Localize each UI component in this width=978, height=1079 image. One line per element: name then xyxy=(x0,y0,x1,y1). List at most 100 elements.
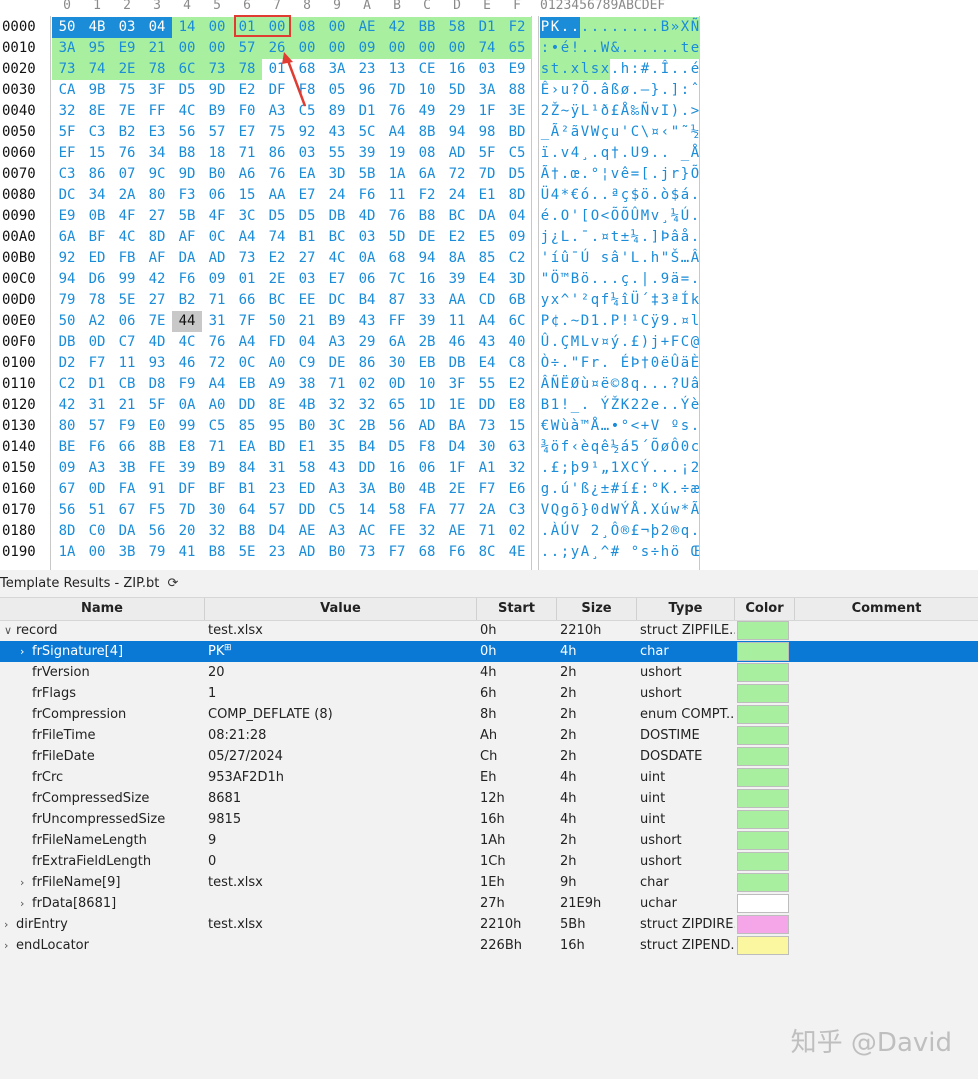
hex-byte-cell[interactable]: FA xyxy=(112,479,142,500)
ascii-char-cell[interactable]: X xyxy=(650,500,660,521)
ascii-char-cell[interactable]: . xyxy=(620,143,630,164)
ascii-char-cell[interactable]: D xyxy=(580,311,590,332)
hex-byte-cell[interactable]: 93 xyxy=(142,353,172,374)
hex-byte-cell[interactable]: F0 xyxy=(232,101,262,122)
hex-byte-cell[interactable]: 5F xyxy=(472,143,502,164)
ascii-char-cell[interactable]: Õ xyxy=(690,164,700,185)
ascii-char-cell[interactable]: L xyxy=(630,248,640,269)
ascii-char-cell[interactable]: À xyxy=(550,521,560,542)
hex-byte-cell[interactable]: 02 xyxy=(352,374,382,395)
field-color-swatch[interactable] xyxy=(737,705,789,724)
hex-byte-cell[interactable]: 05 xyxy=(322,80,352,101)
ascii-char-cell[interactable]: q xyxy=(630,374,640,395)
hex-byte-cell[interactable]: D8 xyxy=(142,374,172,395)
ascii-char-cell[interactable]: . xyxy=(620,332,630,353)
ascii-char-cell[interactable]: q xyxy=(600,143,610,164)
hex-byte-cell[interactable]: 04 xyxy=(502,206,532,227)
ascii-char-cell[interactable]: º xyxy=(670,416,680,437)
hex-byte-cell[interactable]: C5 xyxy=(502,143,532,164)
ascii-char-cell[interactable]: ~ xyxy=(570,311,580,332)
ascii-char-cell[interactable]: » xyxy=(670,17,680,38)
hex-byte-cell[interactable]: 00 xyxy=(202,38,232,59)
ascii-char-cell[interactable]: " xyxy=(660,248,670,269)
hex-byte-cell[interactable]: 5B xyxy=(352,164,382,185)
ascii-char-cell[interactable]: . xyxy=(590,80,600,101)
hex-byte-cell[interactable]: 03 xyxy=(292,269,322,290)
hex-byte-cell[interactable]: FF xyxy=(142,101,172,122)
ascii-char-cell[interactable]: . xyxy=(650,269,660,290)
hex-byte-cell[interactable]: 6A xyxy=(412,164,442,185)
hex-byte-cell[interactable]: E2 xyxy=(442,227,472,248)
hex-byte-cell[interactable]: E5 xyxy=(472,227,502,248)
field-color-swatch[interactable] xyxy=(737,663,789,682)
ascii-char-cell[interactable]: C xyxy=(640,311,650,332)
hex-byte-cell[interactable]: D4 xyxy=(262,521,292,542)
hex-byte-cell[interactable]: 71 xyxy=(202,437,232,458)
ascii-char-cell[interactable]: 0 xyxy=(680,437,690,458)
ascii-char-cell[interactable]: ¯ xyxy=(570,248,580,269)
ascii-char-cell[interactable]: . xyxy=(660,143,670,164)
ascii-char-cell[interactable]: . xyxy=(540,542,550,563)
hex-byte-cell[interactable]: D4 xyxy=(442,437,472,458)
hex-byte-cell[interactable]: 15 xyxy=(502,416,532,437)
ascii-char-cell[interactable]: . xyxy=(650,59,660,80)
ascii-char-cell[interactable]: . xyxy=(670,458,680,479)
ascii-char-cell[interactable]: f xyxy=(600,290,610,311)
hex-byte-cell[interactable]: F8 xyxy=(412,437,442,458)
ascii-char-cell[interactable]: q xyxy=(590,290,600,311)
ascii-char-cell[interactable]: þ xyxy=(650,521,660,542)
ascii-char-cell[interactable]: £ xyxy=(610,101,620,122)
hex-byte-cell[interactable]: AC xyxy=(352,521,382,542)
ascii-char-cell[interactable]: . xyxy=(600,353,610,374)
ascii-char-cell[interactable]: [ xyxy=(640,164,650,185)
hex-byte-cell[interactable]: 87 xyxy=(382,290,412,311)
ascii-char-cell[interactable]: Š xyxy=(670,248,680,269)
ascii-char-cell[interactable]: 9 xyxy=(660,311,670,332)
ascii-char-cell[interactable]: _ xyxy=(540,122,550,143)
hex-byte-cell[interactable]: 4E xyxy=(502,542,532,563)
hex-byte-cell[interactable]: A1 xyxy=(472,458,502,479)
ascii-char-cell[interactable]: . xyxy=(550,206,560,227)
ascii-char-cell[interactable]: . xyxy=(600,185,610,206)
ascii-char-cell[interactable]: t xyxy=(610,227,620,248)
ascii-char-cell[interactable]: K xyxy=(550,17,560,38)
hex-byte-cell[interactable]: 43 xyxy=(322,458,352,479)
hex-byte-cell[interactable]: 09 xyxy=(502,227,532,248)
hex-byte-cell[interactable]: 71 xyxy=(472,521,502,542)
ascii-char-cell[interactable]: ­ xyxy=(660,416,670,437)
hex-byte-cell[interactable]: 8C xyxy=(472,542,502,563)
hex-byte-cell[interactable]: B8 xyxy=(172,143,202,164)
ascii-char-cell[interactable]: h xyxy=(650,248,660,269)
hex-byte-cell[interactable]: 6B xyxy=(502,290,532,311)
hex-byte-cell[interactable]: 56 xyxy=(142,521,172,542)
ascii-char-cell[interactable]: ö xyxy=(640,185,650,206)
ascii-char-cell[interactable]: â xyxy=(610,248,620,269)
ascii-char-cell[interactable]: @ xyxy=(690,332,700,353)
hex-byte-cell[interactable]: 3C xyxy=(232,206,262,227)
ascii-char-cell[interactable]: . xyxy=(690,206,700,227)
hex-byte-cell[interactable]: B0 xyxy=(292,416,322,437)
hex-byte-cell[interactable]: CA xyxy=(52,80,82,101)
ascii-char-cell[interactable]: â xyxy=(670,227,680,248)
hex-byte-cell[interactable]: A0 xyxy=(202,395,232,416)
hex-byte-cell[interactable]: 74 xyxy=(82,59,112,80)
ascii-char-cell[interactable]: # xyxy=(610,479,620,500)
hex-byte-cell[interactable]: 1F xyxy=(472,101,502,122)
ascii-char-cell[interactable]: ý xyxy=(610,332,620,353)
ascii-char-cell[interactable]: Û xyxy=(670,353,680,374)
template-row-frversion[interactable]: frVersion 20 4h 2h ushort xyxy=(0,662,978,683)
hex-byte-cell[interactable]: 4C xyxy=(172,332,202,353)
hex-byte-cell[interactable]: AA xyxy=(262,185,292,206)
hex-byte-cell[interactable]: 76 xyxy=(262,164,292,185)
ascii-char-cell[interactable]: • xyxy=(610,416,620,437)
ascii-char-cell[interactable]: y xyxy=(540,290,550,311)
ascii-char-cell[interactable]: ² xyxy=(560,122,570,143)
hex-byte-cell[interactable]: 58 xyxy=(442,17,472,38)
hex-byte-cell[interactable]: 31 xyxy=(202,311,232,332)
hex-byte-cell[interactable]: 35 xyxy=(322,437,352,458)
ascii-char-cell[interactable]: ß xyxy=(580,479,590,500)
ascii-char-cell[interactable]: ÿ xyxy=(650,311,660,332)
hex-byte-cell[interactable]: B2 xyxy=(112,122,142,143)
hex-byte-cell[interactable]: E1 xyxy=(472,185,502,206)
hex-byte-cell[interactable]: DB xyxy=(322,206,352,227)
